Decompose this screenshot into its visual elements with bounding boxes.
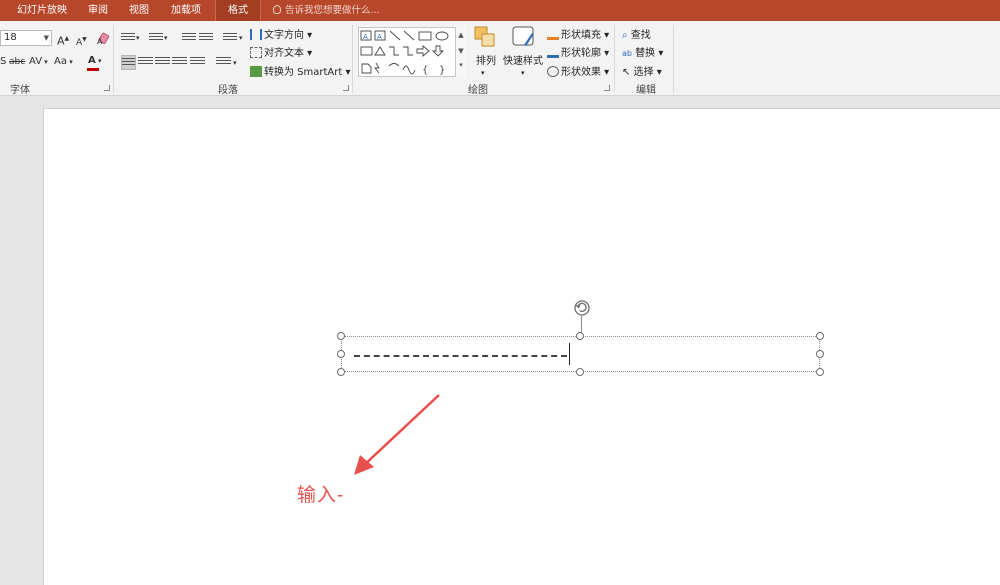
annotation-text: 输入-: [297, 484, 345, 506]
svg-text:A: A: [377, 33, 382, 41]
chevron-down-icon[interactable]: ▾: [239, 31, 243, 45]
group-divider: [113, 25, 114, 93]
svg-text:A: A: [97, 37, 103, 46]
annotation-arrow-icon: [354, 394, 440, 475]
shape-effects-icon: [547, 66, 559, 77]
arrange-button[interactable]: 排列 ▾: [476, 52, 496, 78]
tell-me-search[interactable]: 告诉我您想要做什么...: [273, 0, 380, 21]
resize-handle-right[interactable]: [816, 350, 824, 358]
strikethrough-button[interactable]: abc: [9, 55, 25, 69]
shape-effects-button[interactable]: 形状效果 ▾: [547, 63, 609, 78]
svg-text:}: }: [439, 65, 445, 76]
editing-group-label: 编辑: [636, 85, 656, 96]
decrease-indent-button[interactable]: [182, 31, 196, 45]
chevron-down-icon: ▼: [43, 34, 49, 42]
shape-outline-button[interactable]: 形状轮廓 ▾: [547, 44, 609, 59]
typed-dashes: [354, 355, 567, 357]
cursor-icon: ↖: [622, 67, 631, 78]
shapes-gallery[interactable]: A A { }: [358, 27, 466, 77]
font-group-label: 字体: [10, 85, 30, 96]
font-size-combo[interactable]: 18 ▼: [0, 30, 52, 46]
drawing-dialog-launcher-icon[interactable]: [604, 85, 610, 91]
font-color-button[interactable]: A ▾: [88, 54, 102, 68]
align-text-icon: [250, 47, 262, 58]
numbering-button[interactable]: [149, 31, 163, 45]
tell-me-placeholder: 告诉我您想要做什么...: [285, 5, 380, 16]
align-right-button[interactable]: [155, 55, 170, 70]
paragraph-group-label: 段落: [218, 85, 238, 96]
lightbulb-icon: [273, 5, 281, 14]
character-spacing-button[interactable]: AV ▾: [29, 55, 48, 69]
resize-handle-top-left[interactable]: [337, 332, 345, 340]
resize-handle-top-right[interactable]: [816, 332, 824, 340]
convert-smartart-button[interactable]: 转换为 SmartArt ▾: [250, 63, 351, 78]
tab-addins[interactable]: 加载项: [171, 0, 201, 21]
columns-button[interactable]: [216, 55, 231, 70]
ribbon: 18 ▼ A▲ A▼ A S abc AV ▾ Aa ▾ A ▾ 字体 ▾ ▾ …: [0, 21, 1000, 96]
align-text-button[interactable]: 对齐文本 ▾: [250, 44, 312, 59]
gallery-more-icon[interactable]: ▾: [456, 59, 466, 71]
smartart-icon: [250, 66, 262, 77]
chevron-down-icon[interactable]: ▾: [233, 56, 237, 70]
font-color-bar: [87, 68, 99, 71]
tab-slideshow[interactable]: 幻灯片放映: [17, 0, 67, 21]
chevron-down-icon[interactable]: ▾: [136, 31, 140, 45]
scroll-down-icon[interactable]: ▼: [456, 43, 466, 59]
change-case-button[interactable]: Aa ▾: [54, 55, 73, 69]
resize-handle-top[interactable]: [576, 332, 584, 340]
rotate-handle-icon[interactable]: [572, 298, 592, 318]
quick-styles-icon: [512, 26, 534, 46]
text-box[interactable]: [341, 336, 820, 372]
clear-formatting-icon[interactable]: A: [97, 32, 111, 46]
select-button[interactable]: ↖ 选择 ▾: [622, 63, 662, 78]
font-dialog-launcher-icon[interactable]: [104, 85, 110, 91]
line-spacing-button[interactable]: [223, 31, 237, 45]
resize-handle-bottom-right[interactable]: [816, 368, 824, 376]
scroll-up-icon[interactable]: ▲: [456, 27, 466, 43]
align-left-button[interactable]: [121, 55, 136, 70]
replace-button[interactable]: ab 替换 ▾: [622, 44, 663, 59]
group-divider: [352, 25, 353, 93]
slide-canvas[interactable]: 输入-: [43, 108, 1000, 585]
ribbon-tab-bar: 幻灯片放映 审阅 视图 加载项 格式 告诉我您想要做什么...: [0, 0, 1000, 21]
svg-text:{: {: [422, 65, 428, 76]
group-divider: [673, 25, 674, 93]
drawing-group-label: 绘图: [468, 85, 488, 96]
align-center-button[interactable]: [138, 55, 153, 70]
text-direction-button[interactable]: 文字方向 ▾: [250, 26, 312, 41]
resize-handle-left[interactable]: [337, 350, 345, 358]
shapes-gallery-icons: A A { }: [360, 30, 449, 76]
paragraph-dialog-launcher-icon[interactable]: [343, 85, 349, 91]
resize-handle-bottom[interactable]: [576, 368, 584, 376]
find-button[interactable]: ⌕ 查找: [622, 26, 651, 41]
justify-button[interactable]: [172, 55, 187, 70]
search-icon: ⌕: [622, 30, 628, 41]
group-divider: [614, 25, 615, 93]
svg-text:A: A: [363, 33, 368, 41]
text-cursor: [569, 343, 570, 365]
pen-icon: [547, 47, 559, 58]
shape-fill-button[interactable]: 形状填充 ▾: [547, 26, 609, 41]
tab-view[interactable]: 视图: [129, 0, 149, 21]
replace-icon: ab: [622, 49, 632, 58]
slide-workspace: 输入-: [0, 97, 1000, 585]
resize-handle-bottom-left[interactable]: [337, 368, 345, 376]
increase-indent-button[interactable]: [199, 31, 213, 45]
shrink-font-button[interactable]: A▼: [76, 33, 87, 50]
quick-styles-button[interactable]: 快速样式 ▾: [503, 52, 543, 78]
tab-format[interactable]: 格式: [215, 0, 261, 21]
arrange-icon: [474, 26, 495, 47]
shadow-text-icon[interactable]: S: [0, 55, 6, 69]
text-direction-icon: [250, 29, 262, 40]
font-size-value: 18: [4, 32, 17, 43]
distributed-button[interactable]: [190, 55, 205, 70]
chevron-down-icon[interactable]: ▾: [164, 31, 168, 45]
paint-bucket-icon: [547, 29, 559, 40]
gallery-scroll[interactable]: ▲ ▼ ▾: [455, 27, 466, 77]
grow-font-button[interactable]: A▲: [57, 32, 69, 49]
tab-review[interactable]: 审阅: [88, 0, 108, 21]
bullets-button[interactable]: [121, 31, 135, 45]
